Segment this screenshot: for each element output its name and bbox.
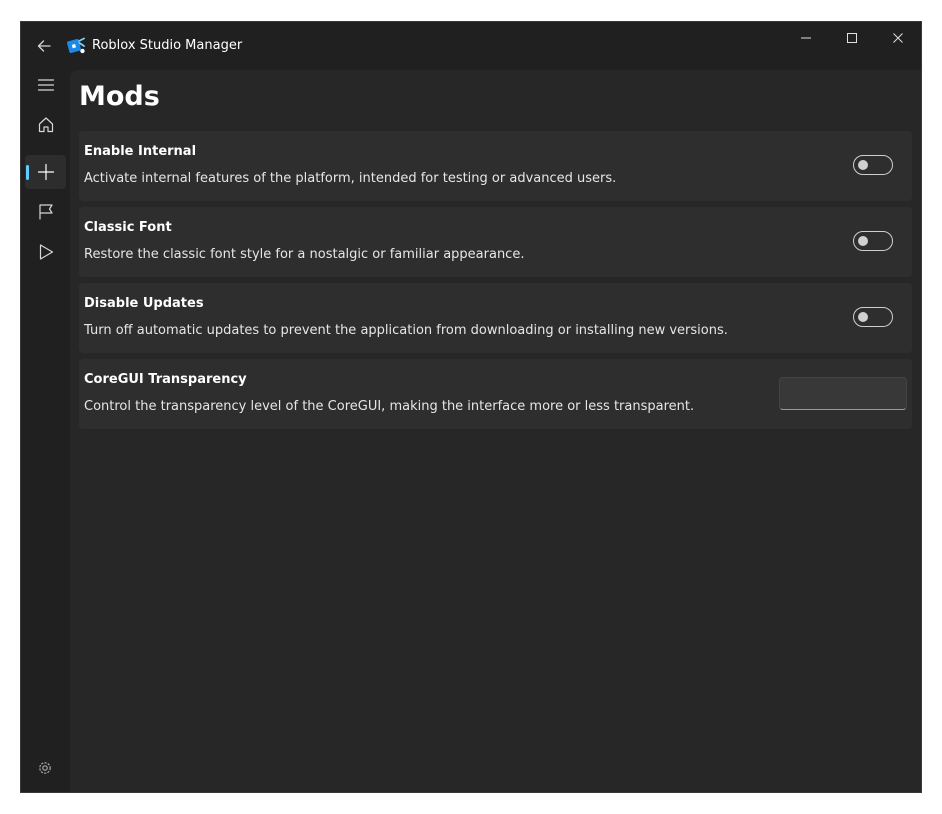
setting-description: Restore the classic font style for a nos… — [84, 247, 525, 262]
setting-description: Control the transparency level of the Co… — [84, 399, 695, 414]
hamburger-menu-icon — [37, 79, 54, 91]
close-button[interactable] — [875, 22, 921, 54]
minimize-icon — [801, 37, 811, 39]
maximize-button[interactable] — [829, 22, 875, 54]
coregui-transparency-input[interactable] — [779, 377, 907, 410]
app-window: Roblox Studio Manager Mods Enable Intern… — [21, 22, 921, 792]
plus-icon — [37, 163, 54, 181]
disable-updates-toggle[interactable] — [853, 307, 893, 327]
close-icon — [893, 33, 903, 43]
main-content: Mods Enable Internal Activate internal f… — [70, 70, 921, 792]
setting-title: Disable Updates — [84, 296, 204, 311]
settings-button[interactable] — [34, 757, 56, 779]
home-icon — [38, 117, 53, 133]
setting-card-coregui-transparency: CoreGUI Transparency Control the transpa… — [79, 359, 912, 429]
title-bar: Roblox Studio Manager — [21, 22, 921, 70]
toggle-knob — [858, 312, 868, 322]
nav-item-launch[interactable] — [25, 235, 66, 269]
nav-item-home[interactable] — [25, 108, 66, 142]
setting-card-enable-internal: Enable Internal Activate internal featur… — [79, 131, 912, 201]
back-button[interactable] — [31, 34, 57, 58]
nav-item-flags[interactable] — [25, 195, 66, 229]
toggle-knob — [858, 160, 868, 170]
play-icon — [39, 244, 53, 260]
selection-indicator — [26, 165, 29, 180]
setting-title: CoreGUI Transparency — [84, 372, 247, 387]
settings-gear-icon — [39, 762, 51, 774]
nav-menu-toggle[interactable] — [25, 68, 66, 102]
arrow-left-icon — [37, 40, 51, 52]
app-title: Roblox Studio Manager — [92, 38, 243, 53]
setting-description: Activate internal features of the platfo… — [84, 171, 617, 186]
setting-description: Turn off automatic updates to prevent th… — [84, 323, 728, 338]
flag-icon — [38, 204, 53, 220]
setting-title: Classic Font — [84, 220, 172, 235]
classic-font-toggle[interactable] — [853, 231, 893, 251]
toggle-knob — [858, 236, 868, 246]
setting-card-disable-updates: Disable Updates Turn off automatic updat… — [79, 283, 912, 353]
maximize-icon — [847, 33, 857, 43]
roblox-studio-icon — [67, 37, 85, 54]
minimize-button[interactable] — [783, 22, 829, 54]
setting-title: Enable Internal — [84, 144, 197, 159]
page-title: Mods — [79, 81, 160, 112]
setting-card-classic-font: Classic Font Restore the classic font st… — [79, 207, 912, 277]
nav-item-mods[interactable] — [25, 155, 66, 189]
navigation-pane — [21, 70, 70, 792]
enable-internal-toggle[interactable] — [853, 155, 893, 175]
